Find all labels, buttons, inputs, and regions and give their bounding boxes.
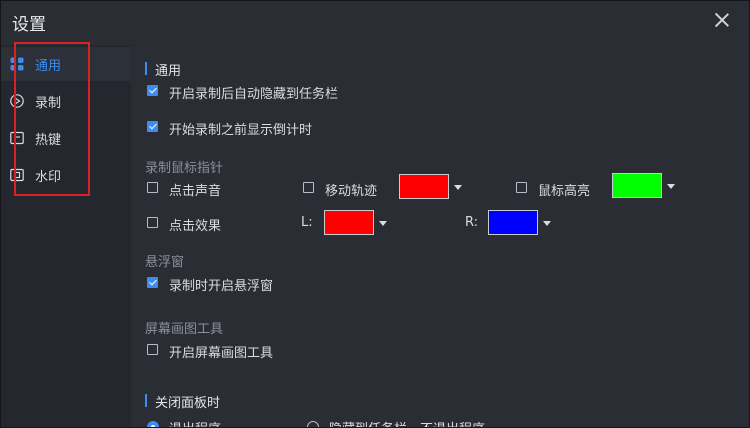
option-label: 录制时开启悬浮窗	[169, 279, 274, 294]
chevron-down-icon[interactable]	[543, 221, 551, 226]
option-label: 退出程序	[169, 418, 221, 427]
radio-selected[interactable]	[147, 421, 159, 427]
sidebar-item-label: 通用	[35, 59, 62, 74]
settings-window: 设置 通用 录制 热键 水印 通用 开启录制后自动隐藏到任务栏 开始录制之前显示…	[0, 0, 750, 428]
record-icon	[10, 94, 24, 108]
watermark-icon	[10, 168, 24, 182]
checkbox[interactable]	[303, 182, 314, 193]
option-label: 移动轨迹	[325, 184, 378, 199]
sidebar: 通用 录制 热键 水印	[1, 45, 131, 427]
subsection-title-mouse: 录制鼠标指针	[145, 161, 224, 176]
checkbox-checked[interactable]	[147, 85, 158, 96]
sidebar-item-hotkeys[interactable]: 热键	[1, 121, 131, 155]
settings-content: 通用 开启录制后自动隐藏到任务栏 开始录制之前显示倒计时 录制鼠标指针 点击声音…	[131, 45, 749, 427]
sidebar-item-label: 录制	[35, 96, 62, 111]
cursor-highlight-color-swatch[interactable]	[612, 173, 662, 198]
checkbox[interactable]	[147, 344, 158, 355]
checkbox[interactable]	[147, 217, 158, 228]
right-click-color-swatch[interactable]	[488, 210, 538, 235]
keyboard-icon	[10, 131, 24, 145]
left-click-color-swatch[interactable]	[324, 210, 374, 235]
sidebar-item-label: 水印	[35, 170, 62, 185]
chevron-down-icon[interactable]	[379, 221, 387, 226]
right-click-label: R:	[465, 215, 479, 230]
sidebar-item-watermark[interactable]: 水印	[1, 158, 131, 192]
grid-icon	[10, 57, 24, 71]
section-title-close-panel: 关闭面板时	[145, 392, 220, 411]
option-label: 隐藏到任务栏，不退出程序	[329, 418, 485, 427]
checkbox[interactable]	[516, 182, 527, 193]
checkbox[interactable]	[147, 182, 158, 193]
checkbox-checked[interactable]	[147, 121, 158, 132]
sidebar-item-label: 热键	[35, 133, 62, 148]
option-label: 点击效果	[169, 219, 222, 234]
radio[interactable]	[307, 421, 319, 427]
subsection-title-float: 悬浮窗	[145, 255, 185, 270]
left-click-label: L:	[301, 215, 313, 230]
option-label: 开启屏幕画图工具	[169, 346, 274, 361]
option-label: 开始录制之前显示倒计时	[169, 123, 313, 138]
sidebar-item-general[interactable]: 通用	[1, 47, 131, 81]
window-title: 设置	[12, 15, 46, 35]
option-label: 点击声音	[169, 184, 222, 199]
close-icon[interactable]	[714, 12, 730, 28]
checkbox-checked[interactable]	[147, 277, 158, 288]
move-track-color-swatch[interactable]	[399, 174, 449, 199]
option-label: 鼠标高亮	[538, 184, 591, 199]
sidebar-item-record[interactable]: 录制	[1, 84, 131, 118]
chevron-down-icon[interactable]	[667, 184, 675, 189]
subsection-title-draw: 屏幕画图工具	[145, 322, 224, 337]
chevron-down-icon[interactable]	[454, 185, 462, 190]
option-label: 开启录制后自动隐藏到任务栏	[169, 87, 339, 102]
section-title-general: 通用	[145, 60, 181, 79]
title-bar: 设置	[1, 1, 749, 45]
